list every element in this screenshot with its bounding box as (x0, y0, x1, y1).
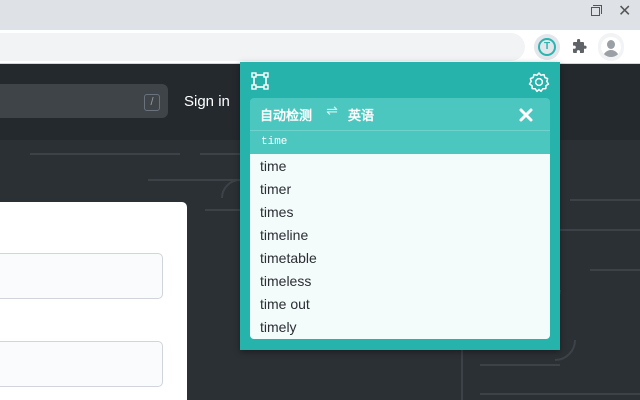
screen-select-icon[interactable] (251, 72, 269, 90)
close-icon[interactable] (516, 105, 536, 125)
puzzle-icon (573, 39, 587, 53)
signup-email-input[interactable] (0, 341, 163, 387)
suggestion-item[interactable]: timeline (260, 224, 540, 247)
suggestion-item[interactable]: timetable (260, 247, 540, 270)
suggestion-list: time timer times timeline timetable time… (250, 154, 550, 339)
close-window-button[interactable]: ✕ (618, 0, 640, 24)
gear-icon[interactable] (528, 71, 550, 93)
translator-extension-button[interactable]: T (534, 34, 560, 60)
translator-popup: 自动检测 ⇌ 英语 time time timer times timeline… (240, 62, 560, 350)
suggestion-item[interactable]: time out (260, 293, 540, 316)
browser-titlebar: ✕ (0, 0, 640, 30)
profile-button[interactable] (598, 33, 624, 61)
target-language-select[interactable]: 英语 (348, 105, 374, 124)
restore-window-button[interactable] (580, 0, 610, 24)
suggestion-item[interactable]: timer (260, 178, 540, 201)
language-bar: 自动检测 ⇌ 英语 (250, 98, 550, 130)
suggestion-item[interactable]: timely (260, 316, 540, 339)
swap-languages-button[interactable]: ⇌ (325, 103, 339, 119)
signup-username-input[interactable] (0, 253, 163, 299)
avatar-icon (601, 37, 621, 57)
suggestion-item[interactable]: timeless (260, 270, 540, 293)
extensions-button[interactable] (566, 34, 592, 60)
suggestion-item[interactable]: time (260, 155, 540, 178)
browser-toolbar: T (0, 30, 640, 64)
site-search-input[interactable] (0, 84, 168, 118)
translate-input-text: time (261, 136, 288, 148)
source-language-select[interactable]: 自动检测 (260, 105, 312, 124)
search-shortcut-key: / (144, 94, 160, 111)
address-bar[interactable] (0, 33, 525, 61)
translator-extension-icon: T (538, 38, 556, 56)
suggestion-item[interactable]: times (260, 201, 540, 224)
translate-input[interactable]: time (250, 130, 550, 154)
sign-in-link[interactable]: Sign in (184, 93, 230, 110)
